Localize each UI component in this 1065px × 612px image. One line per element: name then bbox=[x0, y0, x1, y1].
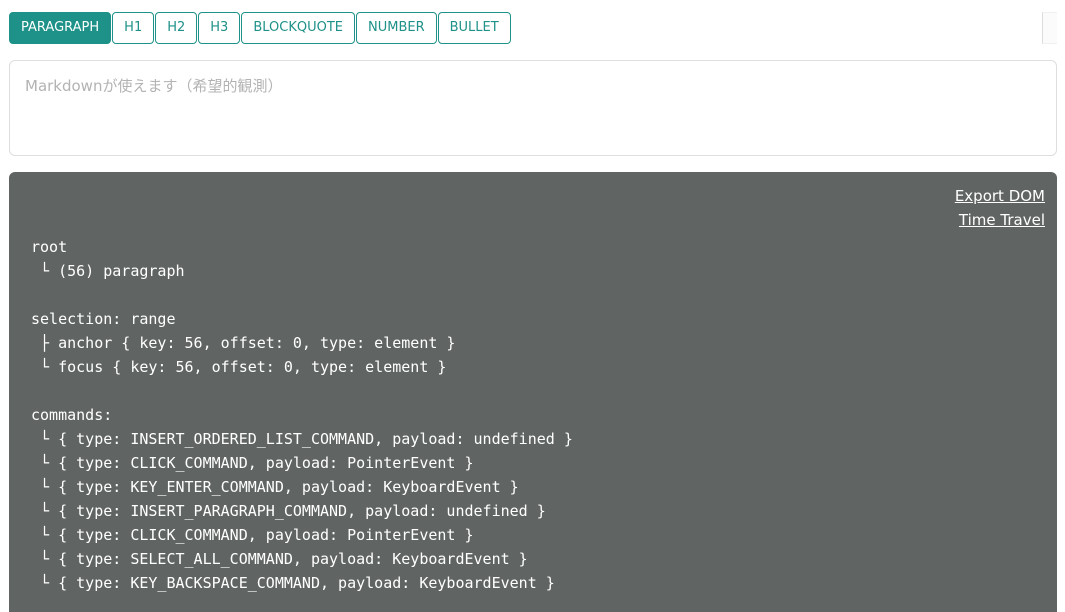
tree-line-selection: selection: range bbox=[31, 310, 176, 328]
markdown-editor[interactable]: Markdownが使えます（希望的観測） bbox=[9, 60, 1057, 156]
command-entry: └ { type: KEY_ENTER_COMMAND, payload: Ke… bbox=[31, 478, 519, 496]
command-entry: └ { type: INSERT_ORDERED_LIST_COMMAND, p… bbox=[31, 430, 573, 448]
h1-button[interactable]: H1 bbox=[112, 12, 155, 44]
command-entry: └ { type: KEY_BACKSPACE_COMMAND, payload… bbox=[31, 574, 555, 592]
paragraph-button[interactable]: PARAGRAPH bbox=[9, 12, 112, 44]
tree-view-panel: Export DOM Time Travel root └ (56) parag… bbox=[9, 172, 1057, 612]
command-entry: └ { type: CLICK_COMMAND, payload: Pointe… bbox=[31, 454, 474, 472]
number-list-button[interactable]: NUMBER bbox=[355, 12, 437, 44]
time-travel-link[interactable]: Time Travel bbox=[959, 211, 1045, 229]
bullet-list-button[interactable]: BULLET bbox=[437, 12, 511, 44]
tree-line-blank bbox=[31, 283, 573, 307]
h3-button[interactable]: H3 bbox=[198, 12, 241, 44]
tree-line-focus: └ focus { key: 56, offset: 0, type: elem… bbox=[31, 358, 447, 376]
h2-button[interactable]: H2 bbox=[155, 12, 198, 44]
command-entry: └ { type: SELECT_ALL_COMMAND, payload: K… bbox=[31, 550, 528, 568]
tree-line-commands: commands: bbox=[31, 406, 113, 424]
format-toolbar: PARAGRAPH H1 H2 H3 BLOCKQUOTE NUMBER BUL… bbox=[9, 12, 511, 44]
tree-line-root: root bbox=[31, 238, 68, 256]
toolbar-scrollbar[interactable] bbox=[1042, 12, 1057, 44]
command-entry: └ { type: CLICK_COMMAND, payload: Pointe… bbox=[31, 526, 474, 544]
tree-line-paragraph: └ (56) paragraph bbox=[31, 262, 185, 280]
tree-view-output: root └ (56) paragraph selection: range ├… bbox=[31, 235, 573, 595]
blockquote-button[interactable]: BLOCKQUOTE bbox=[241, 12, 355, 44]
export-dom-link[interactable]: Export DOM bbox=[955, 187, 1045, 205]
command-entry: └ { type: INSERT_PARAGRAPH_COMMAND, payl… bbox=[31, 502, 546, 520]
tree-line-anchor: ├ anchor { key: 56, offset: 0, type: ele… bbox=[31, 334, 456, 352]
tree-line-blank bbox=[31, 379, 573, 403]
editor-placeholder: Markdownが使えます（希望的観測） bbox=[25, 77, 283, 95]
